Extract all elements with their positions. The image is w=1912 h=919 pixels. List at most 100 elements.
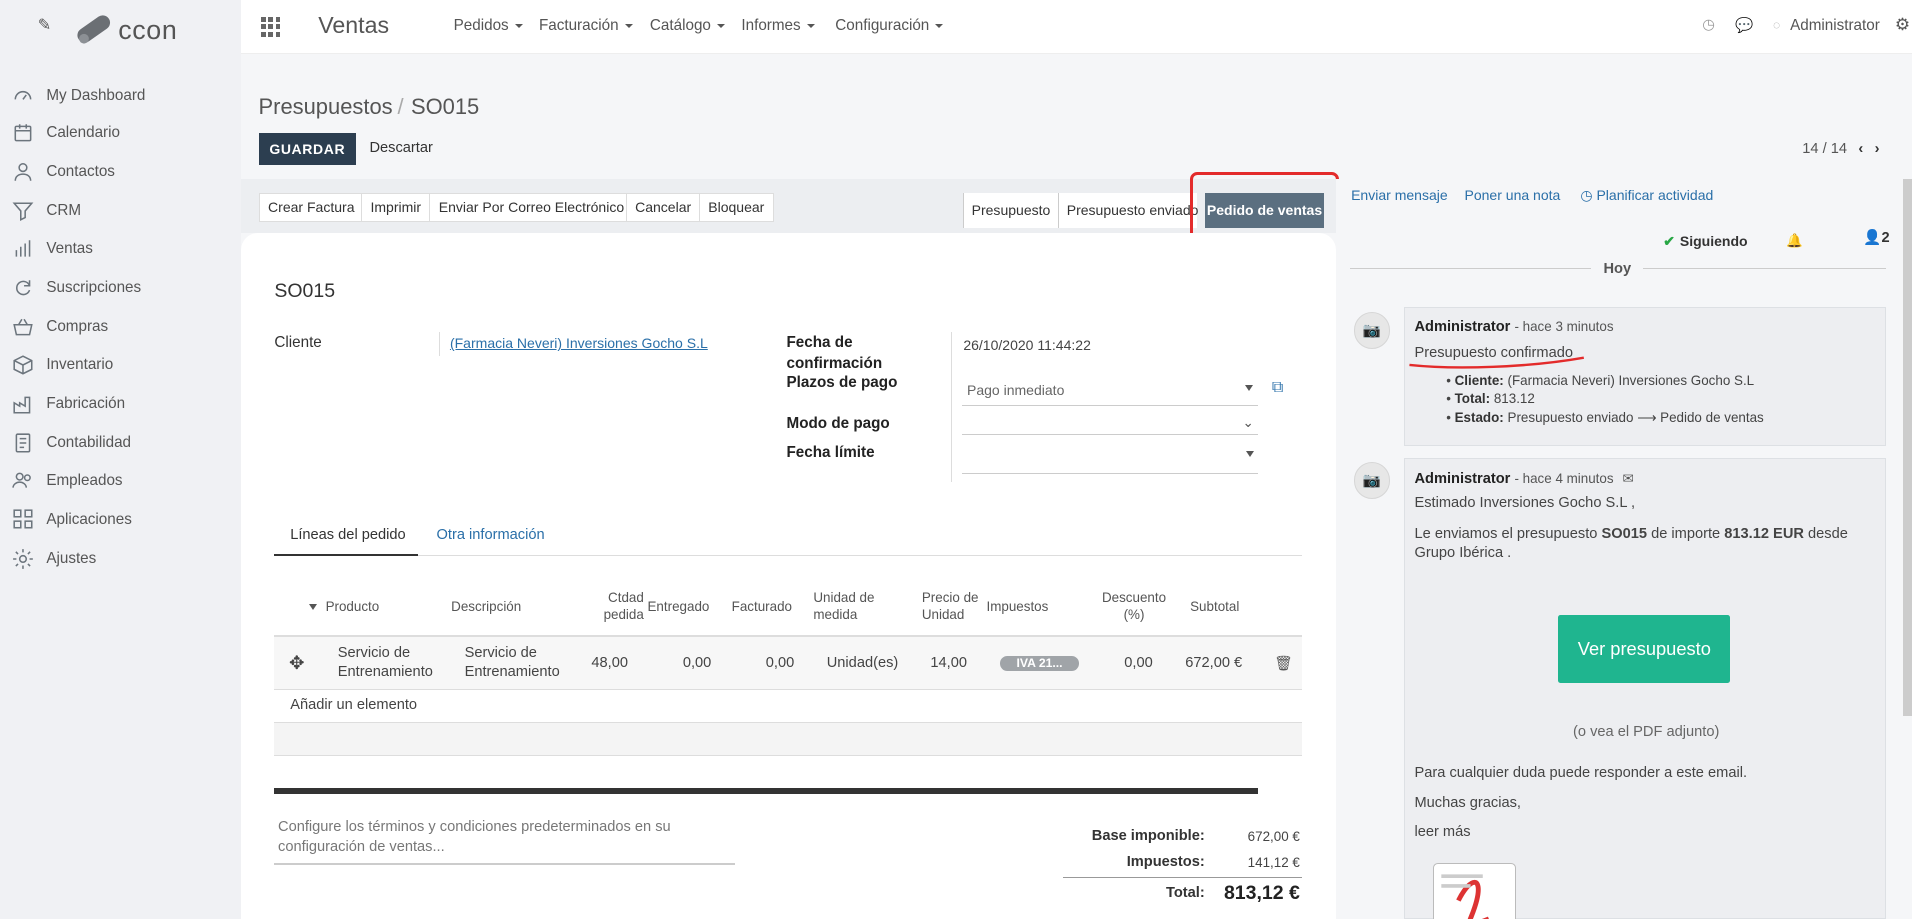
terms-textarea[interactable]: Configure los términos y condiciones pre… (278, 818, 693, 857)
sidebar-item-fabricaci-n[interactable]: Fabricación (12, 390, 125, 417)
col-precio[interactable]: Precio de Unidad (922, 589, 979, 623)
caret-down-icon[interactable] (1246, 451, 1255, 458)
send-message-link[interactable]: Enviar mensaje (1351, 187, 1448, 203)
sidebar-item-my-dashboard[interactable]: My Dashboard (12, 82, 145, 109)
clock-icon[interactable]: ◷ (1702, 16, 1715, 33)
tab-order-lines[interactable]: Líneas del pedido (290, 527, 405, 543)
pager: 14 / 14 ‹ › (1802, 141, 1879, 157)
sidebar-item-label: Ventas (46, 240, 93, 258)
col-impuestos[interactable]: Impuestos (986, 598, 1048, 615)
email-greeting: Estimado Inversiones Gocho S.L , (1414, 495, 1636, 512)
check-icon: ✔ (1663, 232, 1675, 249)
tax-badge[interactable]: IVA 21... (999, 656, 1080, 671)
tracking-estado-label: Estado: (1454, 409, 1504, 425)
email-company: Grupo Ibérica . (1414, 545, 1512, 562)
send-email-button[interactable]: Enviar Por Correo Electrónico (429, 192, 634, 222)
sidebar-item-crm[interactable]: CRM (12, 198, 81, 225)
col-descuento-line-2: (%) (1123, 607, 1145, 623)
col-ctdad[interactable]: Ctdad pedida (583, 589, 644, 623)
discard-button[interactable]: Descartar (369, 140, 432, 156)
create-invoice-button[interactable]: Crear Factura (258, 192, 365, 222)
breadcrumb: Presupuestos / SO015 (258, 93, 480, 119)
cell-entregado[interactable]: 0,00 (683, 654, 711, 674)
pdf-attachment-icon[interactable] (1432, 863, 1516, 919)
col-descuento[interactable]: Descuento (%) (1097, 589, 1170, 623)
col-entregado[interactable]: Entregado (647, 598, 709, 615)
cell-descripcion-line-1: Servicio de (464, 644, 537, 661)
payment-terms-select[interactable]: Pago inmediato (967, 382, 1064, 398)
tracking-estado-value: Presupuesto enviado ⟶ Pedido de ventas (1507, 409, 1764, 425)
tracking-total-label: Total: (1454, 391, 1491, 407)
order-name: SO015 (274, 280, 336, 303)
chevron-down-icon[interactable]: ⌄ (1243, 415, 1254, 431)
print-button[interactable]: Imprimir (360, 192, 431, 222)
sidebar-item-compras[interactable]: Compras (12, 313, 108, 340)
menu-facturacion[interactable]: Facturación (539, 17, 633, 34)
menu-configuracion[interactable]: Configuración (835, 17, 943, 34)
sidebar-item-calendario[interactable]: Calendario (12, 120, 120, 147)
edit-icon[interactable]: ✎ (38, 15, 51, 35)
refresh-icon (16, 280, 31, 296)
schedule-activity-link[interactable]: ◷ Planificar actividad (1580, 187, 1713, 204)
cell-facturado[interactable]: 0,00 (766, 654, 794, 674)
followers-button[interactable]: 👤2 (1863, 228, 1889, 246)
lock-button[interactable]: Bloquear (698, 192, 774, 222)
tab-other-info[interactable]: Otra información (437, 527, 545, 543)
sidebar-item-contactos[interactable]: Contactos (12, 159, 115, 186)
gear-icon[interactable]: ⚙ (1895, 15, 1910, 35)
menu-catalogo[interactable]: Catálogo (650, 17, 725, 34)
sidebar-item-suscripciones[interactable]: Suscripciones (12, 274, 141, 301)
clock-icon: ◷ (1580, 186, 1597, 203)
chevron-left-icon[interactable]: ‹ (1858, 141, 1863, 157)
col-facturado[interactable]: Facturado (732, 598, 792, 615)
trash-icon[interactable]: 🗑 (1274, 654, 1293, 672)
sidebar-item-empleados[interactable]: Empleados (12, 467, 123, 494)
external-link-icon[interactable]: ⧉ (1272, 379, 1283, 397)
sidebar-item-contabilidad[interactable]: Contabilidad (12, 429, 131, 456)
cell-descuento[interactable]: 0,00 (1124, 654, 1152, 674)
col-subtotal[interactable]: Subtotal (1190, 598, 1239, 615)
cancel-button[interactable]: Cancelar (625, 192, 701, 222)
cell-unidad[interactable]: Unidad(es) (827, 654, 899, 674)
sidebar-item-label: Contactos (46, 163, 115, 181)
col-descuento-line-1: Descuento (1101, 589, 1167, 605)
user-icon (14, 162, 32, 181)
sidebar-item-inventario[interactable]: Inventario (12, 351, 113, 378)
view-quotation-button[interactable]: Ver presupuesto (1558, 614, 1731, 683)
follow-button[interactable]: ✔ Siguiendo (1663, 233, 1747, 250)
stage-presupuesto-enviado[interactable]: Presupuesto enviado (1058, 192, 1198, 229)
col-ctdad-line-2: pedida (603, 607, 644, 623)
col-producto[interactable]: Producto (326, 598, 380, 615)
cell-producto[interactable]: Servicio de Entrenamiento (338, 644, 433, 683)
tracking-total: • Total: 813.12 (1446, 391, 1535, 407)
col-unidad[interactable]: Unidad de medida (813, 589, 874, 623)
apps-menu-icon[interactable] (260, 17, 281, 37)
drag-handle-icon[interactable]: ✥ (289, 652, 304, 674)
caret-down-icon[interactable] (1244, 385, 1253, 392)
bell-icon[interactable]: 🔔 (1786, 233, 1803, 249)
read-more-link[interactable]: leer más (1414, 824, 1470, 840)
sidebar-item-label: Contabilidad (46, 434, 132, 452)
menu-informes[interactable]: Informes (741, 17, 814, 34)
menu-pedidos[interactable]: Pedidos (454, 17, 523, 34)
sidebar-item-ajustes[interactable]: Ajustes (12, 545, 96, 572)
save-button[interactable]: GUARDAR (258, 132, 357, 165)
log-note-link[interactable]: Poner una nota (1464, 187, 1560, 203)
add-line-link[interactable]: Añadir un elemento (290, 696, 417, 716)
chat-icon[interactable]: 💬 (1735, 16, 1753, 34)
divider (438, 331, 441, 357)
client-link[interactable]: (Farmacia Neveri) Inversiones Gocho S.L (450, 335, 708, 351)
cell-precio[interactable]: 14,00 (930, 654, 967, 674)
sidebar-item-aplicaciones[interactable]: Aplicaciones (12, 506, 132, 533)
stage-presupuesto[interactable]: Presupuesto (963, 192, 1059, 229)
cell-descripcion[interactable]: Servicio de Entrenamiento (465, 644, 560, 683)
chevron-right-icon[interactable]: › (1875, 141, 1880, 157)
cell-ctdad[interactable]: 48,00 (591, 654, 628, 674)
sidebar-item-ventas[interactable]: Ventas (12, 235, 93, 262)
col-descripcion[interactable]: Descripción (451, 598, 521, 615)
user-menu[interactable]: Administrator (1790, 17, 1880, 34)
chatter-scrollbar[interactable] (1903, 179, 1912, 716)
breadcrumb-parent[interactable]: Presupuestos (259, 94, 393, 119)
sort-caret-icon[interactable] (308, 603, 317, 610)
message-author: Administrator - hace 3 minutos (1414, 319, 1613, 335)
